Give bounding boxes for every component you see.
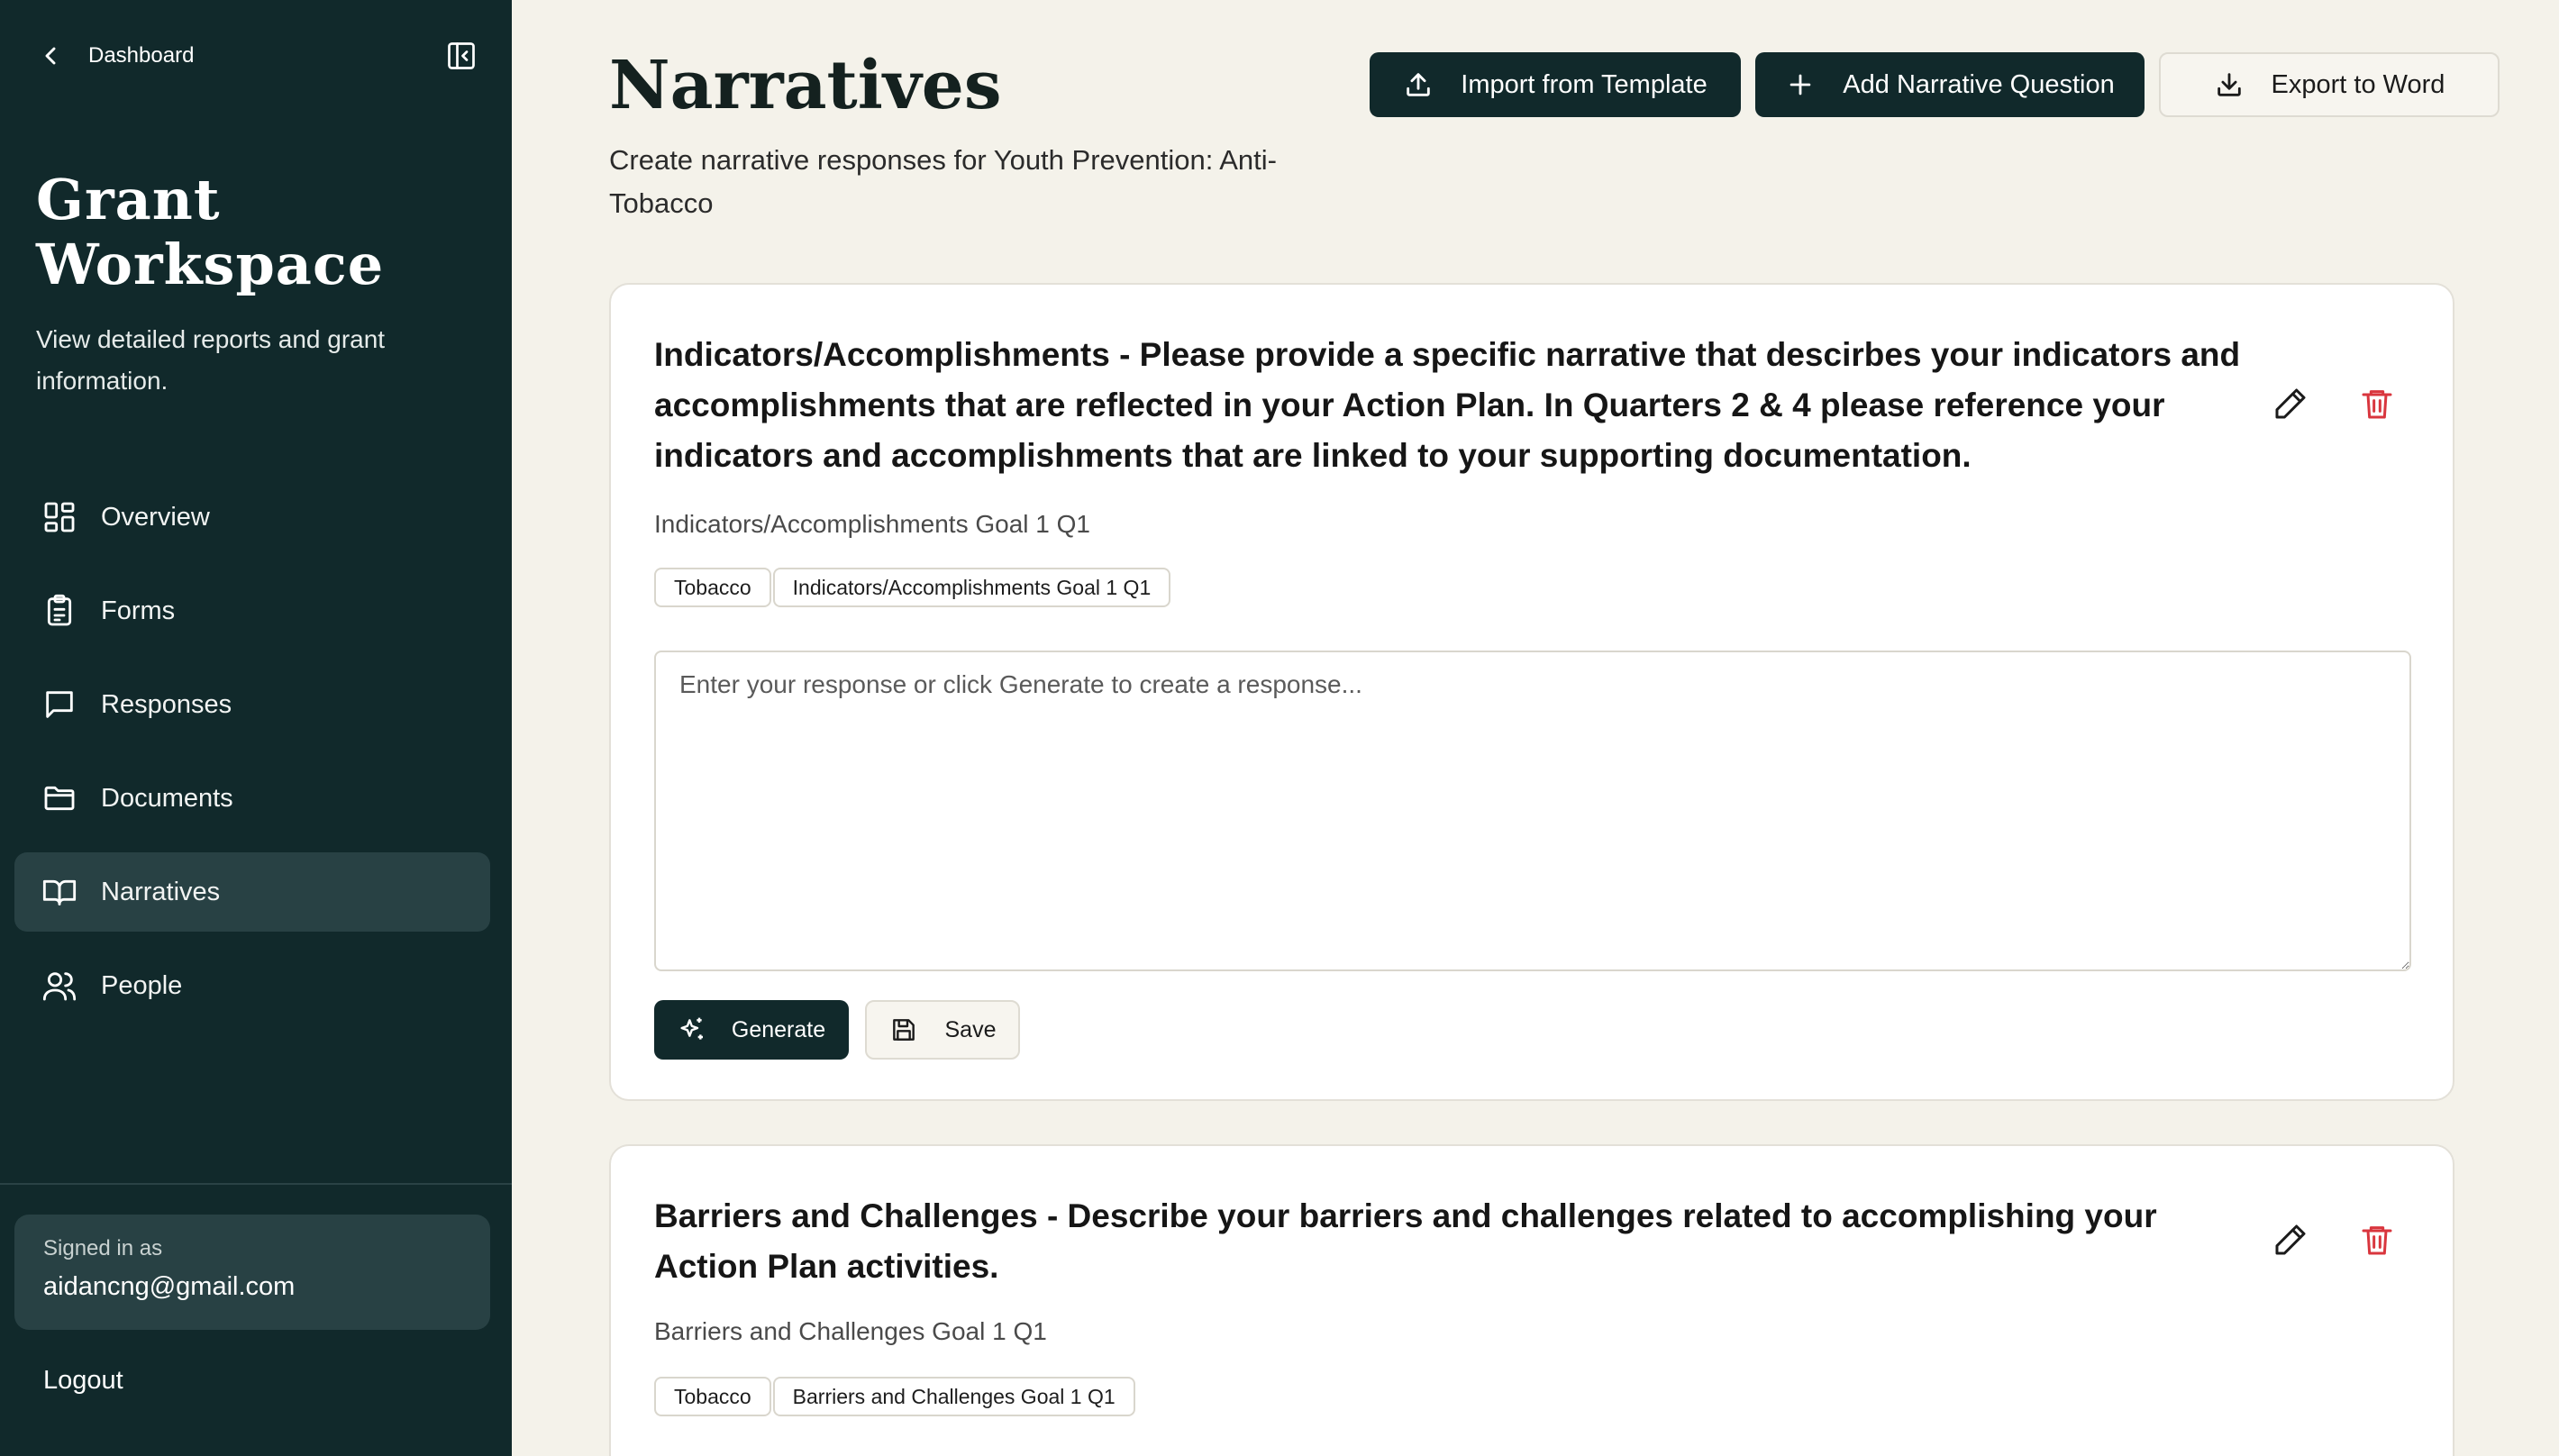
tag: Tobacco (654, 1377, 771, 1416)
collapse-sidebar-icon[interactable] (445, 40, 478, 72)
save-icon (892, 1019, 915, 1041)
trash-icon[interactable] (2359, 1222, 2395, 1258)
back-label: Dashboard (88, 43, 195, 68)
workspace-title: Grant Workspace (36, 168, 487, 297)
generate-button[interactable]: Generate (654, 1000, 849, 1060)
narrative-question-card: Barriers and Challenges - Describe your … (609, 1144, 2454, 1456)
pencil-icon[interactable] (2272, 386, 2309, 422)
question-text: Barriers and Challenges - Describe your … (654, 1197, 2157, 1285)
back-to-dashboard-link[interactable]: Dashboard (36, 41, 194, 70)
import-label: Import from Template (1461, 69, 1708, 99)
sidebar-item-overview[interactable]: Overview (14, 478, 490, 557)
sidebar: Dashboard Grant Workspace View detailed … (0, 0, 512, 1456)
tag: Barriers and Challenges Goal 1 Q1 (772, 1377, 1135, 1416)
sidebar-nav: Overview Forms Responses Documents Narra… (14, 478, 490, 1040)
export-label: Export to Word (2271, 69, 2445, 99)
workspace-title-line2: Workspace (36, 232, 385, 297)
question-subtitle: Barriers and Challenges Goal 1 Q1 (654, 1317, 1047, 1345)
add-label: Add Narrative Question (1843, 69, 2115, 99)
plus-icon (1789, 74, 1811, 96)
sidebar-item-label: Overview (101, 502, 210, 532)
workspace-title-line1: Grant (36, 167, 221, 232)
tag-list: Tobacco Indicators/Accomplishments Goal … (654, 568, 1172, 607)
generate-label: Generate (731, 1016, 826, 1042)
sidebar-item-label: People (101, 970, 183, 1000)
clipboard-icon (47, 594, 72, 626)
tag: Tobacco (654, 568, 771, 607)
sidebar-item-narratives[interactable]: Narratives (14, 852, 490, 932)
overview-icon (44, 502, 75, 532)
narrative-question-card: Indicators/Accomplishments - Please prov… (609, 283, 2454, 1101)
sidebar-item-responses[interactable]: Responses (14, 665, 490, 744)
sidebar-divider (0, 1183, 512, 1185)
tag: Indicators/Accomplishments Goal 1 Q1 (772, 568, 1171, 607)
tag-list: Tobacco Barriers and Challenges Goal 1 Q… (654, 1377, 1137, 1416)
pencil-icon[interactable] (2272, 1222, 2309, 1258)
sidebar-header: Dashboard (36, 36, 478, 76)
sidebar-item-label: Forms (101, 596, 176, 625)
logout-button[interactable]: Logout (43, 1366, 123, 1396)
page-title: Narratives (609, 47, 1002, 124)
add-narrative-question-button[interactable]: Add Narrative Question (1755, 52, 2145, 117)
sidebar-item-documents[interactable]: Documents (14, 759, 490, 838)
workspace-description: View detailed reports and grant informat… (36, 325, 386, 395)
message-icon (46, 691, 73, 718)
question-subtitle: Indicators/Accomplishments Goal 1 Q1 (654, 510, 1090, 538)
question-text: Indicators/Accomplishments - Please prov… (654, 336, 2241, 474)
signed-in-label: Signed in as (43, 1236, 163, 1260)
response-textarea[interactable] (654, 651, 2411, 971)
trash-icon[interactable] (2359, 386, 2395, 422)
sidebar-item-label: Responses (101, 689, 232, 719)
sidebar-item-people[interactable]: People (14, 946, 490, 1025)
page-subtitle: Create narrative responses for Youth Pre… (609, 144, 1277, 219)
sidebar-item-label: Narratives (101, 877, 221, 906)
upload-icon (1407, 73, 1431, 96)
book-icon (42, 879, 77, 905)
sidebar-item-label: Documents (101, 783, 233, 813)
chevron-left-icon (45, 47, 56, 65)
sparkles-icon (680, 1017, 703, 1040)
user-email: aidancng@gmail.com (43, 1272, 296, 1301)
sidebar-item-forms[interactable]: Forms (14, 571, 490, 651)
save-button[interactable]: Save (865, 1000, 1020, 1060)
import-from-template-button[interactable]: Import from Template (1370, 52, 1741, 117)
export-to-word-button[interactable]: Export to Word (2159, 52, 2500, 117)
download-icon (2217, 73, 2241, 96)
signed-in-user-card: Signed in as aidancng@gmail.com (14, 1215, 490, 1330)
folder-icon (44, 786, 75, 811)
save-label: Save (944, 1016, 997, 1042)
users-icon (42, 972, 77, 1001)
